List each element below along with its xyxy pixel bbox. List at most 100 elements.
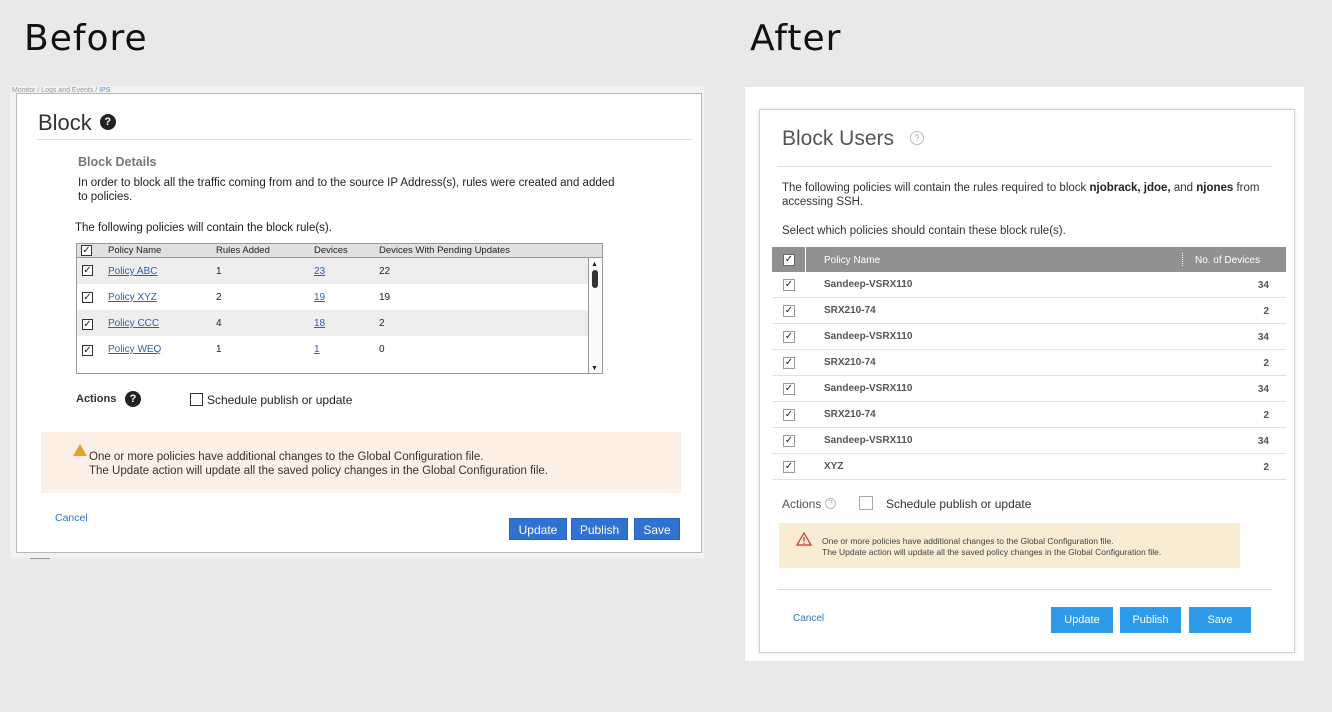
- column-header-devices[interactable]: Devices: [314, 245, 348, 256]
- column-divider[interactable]: [1182, 253, 1183, 266]
- policy-name-cell: XYZ: [824, 461, 844, 472]
- intro-prefix: The following policies will contain the …: [782, 182, 1090, 194]
- scroll-thumb[interactable]: [592, 270, 598, 288]
- after-block-users-dialog: Block Users? The following policies will…: [759, 109, 1295, 653]
- table-row[interactable]: ✓ Sandeep-VSRX110 34: [772, 324, 1286, 350]
- publish-button[interactable]: Publish: [1120, 607, 1181, 633]
- device-count-cell: 34: [1257, 280, 1269, 291]
- scroll-up-arrow-icon[interactable]: ▲: [591, 261, 598, 268]
- policy-link[interactable]: Policy ABC: [108, 266, 157, 277]
- table-row[interactable]: ✓ Sandeep-VSRX110 34: [772, 428, 1286, 454]
- warning-line-1: One or more policies have additional cha…: [822, 536, 1114, 546]
- table-row[interactable]: ✓ SRX210-74 2: [772, 298, 1286, 324]
- table-row[interactable]: ✓ Policy ABC 1 23 22: [77, 258, 588, 284]
- cancel-link[interactable]: Cancel: [55, 512, 88, 524]
- policy-name-cell: Sandeep-VSRX110: [824, 279, 913, 290]
- help-icon[interactable]: ?: [910, 131, 925, 146]
- warning-icon: [796, 532, 812, 546]
- actions-label: Actions: [76, 393, 117, 405]
- rules-added-cell: 2: [216, 292, 222, 303]
- help-icon[interactable]: ?: [825, 498, 837, 510]
- table-row[interactable]: ✓ Policy CCC 4 18 2: [77, 310, 588, 336]
- rules-added-cell: 1: [216, 266, 222, 277]
- row-checkbox[interactable]: ✓: [783, 409, 795, 421]
- policies-intro: The following policies will contain the …: [75, 222, 332, 234]
- row-checkbox[interactable]: ✓: [82, 319, 93, 330]
- table-row[interactable]: ✓ SRX210-74 2: [772, 402, 1286, 428]
- before-block-dialog: Block? Block Details In order to block a…: [16, 93, 702, 553]
- help-icon[interactable]: ?: [99, 114, 116, 131]
- publish-button[interactable]: Publish: [571, 518, 628, 540]
- table-row[interactable]: ✓ Sandeep-VSRX110 34: [772, 376, 1286, 402]
- scroll-down-arrow-icon[interactable]: ▼: [591, 365, 598, 372]
- column-header-policy-name[interactable]: Policy Name: [824, 255, 880, 266]
- save-button[interactable]: Save: [634, 518, 680, 540]
- policy-link[interactable]: Policy WEQ: [108, 344, 161, 355]
- rules-added-cell: 1: [216, 344, 222, 355]
- policy-name-cell: Sandeep-VSRX110: [824, 435, 913, 446]
- policy-name-cell: Sandeep-VSRX110: [824, 383, 913, 394]
- actions-label-text: Actions: [782, 497, 822, 511]
- column-header-devices[interactable]: No. of Devices: [1195, 255, 1260, 266]
- row-checkbox[interactable]: ✓: [82, 265, 93, 276]
- row-checkbox[interactable]: ✓: [783, 305, 795, 317]
- column-header-rules-added[interactable]: Rules Added: [216, 245, 270, 256]
- update-button[interactable]: Update: [509, 518, 567, 540]
- row-checkbox[interactable]: ✓: [783, 383, 795, 395]
- device-count-cell: 2: [1263, 306, 1269, 317]
- policies-table: ✓ Policy Name No. of Devices ✓ Sandeep-V…: [772, 247, 1286, 480]
- table-row[interactable]: ✓ XYZ 2: [772, 454, 1286, 480]
- row-checkbox[interactable]: ✓: [783, 461, 795, 473]
- before-heading: Before: [24, 18, 148, 59]
- policy-link[interactable]: Policy XYZ: [108, 292, 157, 303]
- device-count-cell: 2: [1263, 410, 1269, 421]
- column-header-policy-name[interactable]: Policy Name: [108, 245, 161, 256]
- row-checkbox[interactable]: ✓: [783, 331, 795, 343]
- warning-banner: One or more policies have additional cha…: [779, 523, 1240, 568]
- device-count-cell: 2: [1263, 358, 1269, 369]
- devices-link[interactable]: 1: [314, 344, 320, 355]
- row-checkbox[interactable]: ✓: [82, 345, 93, 356]
- schedule-checkbox[interactable]: [859, 496, 873, 510]
- save-button[interactable]: Save: [1189, 607, 1251, 633]
- device-count-cell: 34: [1257, 436, 1269, 447]
- row-checkbox[interactable]: ✓: [783, 357, 795, 369]
- schedule-label[interactable]: Schedule publish or update: [207, 393, 352, 407]
- select-all-checkbox[interactable]: ✓: [783, 254, 795, 266]
- dialog-title: Block Users?: [782, 127, 925, 151]
- update-button[interactable]: Update: [1051, 607, 1113, 633]
- policy-name-cell: SRX210-74: [824, 357, 876, 368]
- cancel-link[interactable]: Cancel: [793, 613, 824, 624]
- warning-banner: One or more policies have additional cha…: [41, 432, 681, 493]
- after-heading: After: [750, 18, 842, 59]
- devices-link[interactable]: 18: [314, 318, 325, 329]
- table-row[interactable]: ✓ Policy XYZ 2 19 19: [77, 284, 588, 310]
- intro-users: njobrack, jdoe,: [1089, 182, 1171, 194]
- row-checkbox[interactable]: ✓: [82, 292, 93, 303]
- policy-link[interactable]: Policy CCC: [108, 318, 159, 329]
- warning-line-2: The Update action will update all the sa…: [822, 547, 1162, 557]
- policy-name-cell: SRX210-74: [824, 409, 876, 420]
- row-checkbox[interactable]: ✓: [783, 435, 795, 447]
- column-header-pending-updates[interactable]: Devices With Pending Updates: [379, 245, 510, 256]
- table-row[interactable]: ✓ SRX210-74 2: [772, 350, 1286, 376]
- dialog-title: Block?: [38, 110, 116, 136]
- devices-link[interactable]: 19: [314, 292, 325, 303]
- block-details-title: Block Details: [78, 155, 157, 169]
- row-checkbox[interactable]: ✓: [783, 279, 795, 291]
- warning-line-2: The Update action will update all the sa…: [89, 465, 549, 477]
- table-row[interactable]: ✓ Sandeep-VSRX110 34: [772, 272, 1286, 298]
- device-count-cell: 34: [1257, 384, 1269, 395]
- dialog-title-text: Block: [38, 110, 92, 135]
- select-all-cell: ✓: [772, 247, 806, 272]
- background-fragment: [30, 555, 50, 559]
- table-scrollbar[interactable]: ▲ ▼: [588, 258, 602, 373]
- device-count-cell: 2: [1263, 462, 1269, 473]
- table-row[interactable]: ✓ Policy WEQ 1 1 0: [77, 336, 588, 362]
- schedule-checkbox[interactable]: [190, 393, 203, 406]
- policy-name-cell: Sandeep-VSRX110: [824, 331, 913, 342]
- devices-link[interactable]: 23: [314, 266, 325, 277]
- select-all-checkbox[interactable]: ✓: [81, 245, 92, 256]
- help-icon[interactable]: ?: [125, 391, 141, 407]
- schedule-label[interactable]: Schedule publish or update: [886, 497, 1031, 511]
